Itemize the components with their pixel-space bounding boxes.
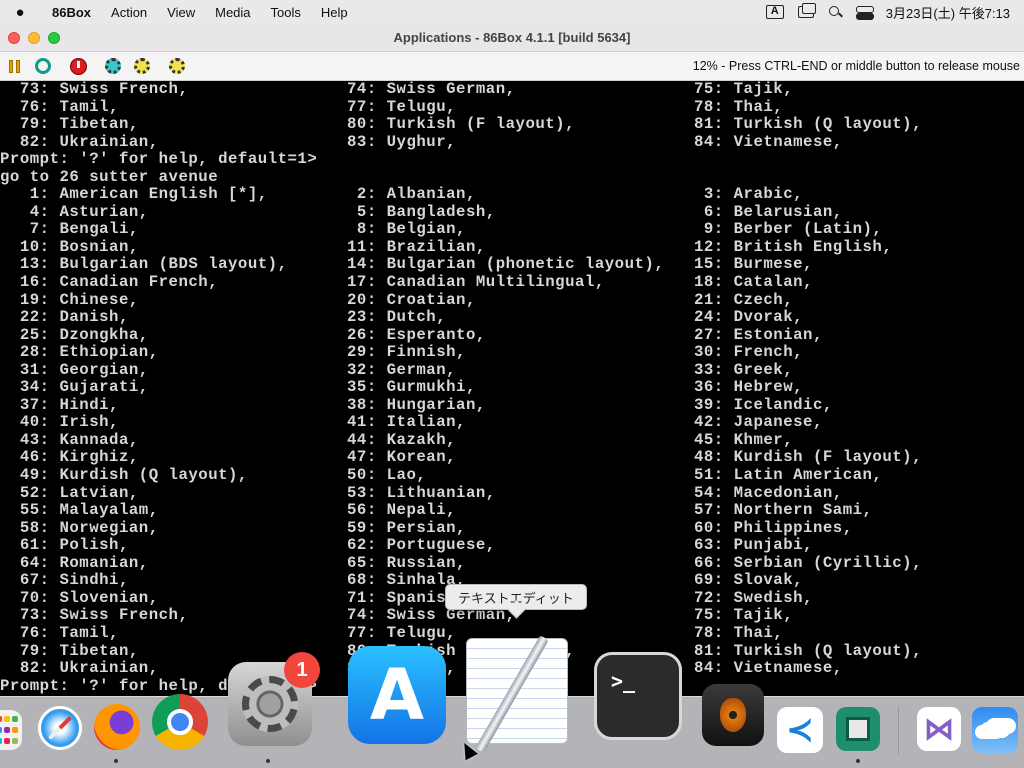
window-switch-icon[interactable] bbox=[797, 3, 816, 18]
menu-action[interactable]: Action bbox=[101, 5, 157, 20]
running-indicator bbox=[856, 759, 860, 763]
guitar-icon bbox=[720, 698, 746, 732]
input-source-icon[interactable]: A bbox=[765, 5, 784, 19]
maximize-window-button[interactable] bbox=[48, 32, 60, 44]
sound-settings-icon bbox=[169, 58, 185, 74]
emulator-status-text: 12% - Press CTRL-END or middle button to… bbox=[692, 59, 1020, 73]
menubar-clock[interactable]: 3月23日(土) 午後7:13 bbox=[886, 3, 1010, 22]
cpu-monitor-icon[interactable] bbox=[836, 707, 880, 751]
app-store-icon[interactable]: A bbox=[348, 646, 446, 744]
emulator-toolbar: 12% - Press CTRL-END or middle button to… bbox=[0, 52, 1024, 81]
menu-bar: ● 86Box Action View Media Tools Help A 3… bbox=[0, 0, 1024, 24]
reset-icon bbox=[35, 58, 51, 74]
minimize-window-button[interactable] bbox=[28, 32, 40, 44]
control-center-icon[interactable] bbox=[855, 5, 874, 20]
menu-app-name[interactable]: 86Box bbox=[40, 5, 101, 20]
power-icon bbox=[69, 57, 87, 75]
chip-icon bbox=[846, 717, 870, 741]
chrome-icon[interactable] bbox=[152, 694, 208, 750]
machine-settings-icon bbox=[134, 58, 150, 74]
menu-media[interactable]: Media bbox=[205, 5, 260, 20]
power-button[interactable] bbox=[68, 56, 88, 76]
sound-settings-button[interactable] bbox=[167, 56, 187, 76]
dock-tooltip: テキストエディット bbox=[445, 584, 587, 610]
running-indicator bbox=[266, 759, 270, 763]
notification-badge: 1 bbox=[284, 652, 320, 688]
window-title: Applications - 86Box 4.1.1 [build 5634] bbox=[393, 30, 631, 45]
pen-icon bbox=[475, 635, 549, 753]
chrome-center bbox=[167, 709, 193, 735]
close-window-button[interactable] bbox=[8, 32, 20, 44]
safari-icon[interactable] bbox=[38, 706, 82, 750]
launchpad-icon[interactable] bbox=[0, 710, 22, 750]
dock-separator bbox=[898, 706, 899, 754]
reset-button[interactable] bbox=[33, 56, 53, 76]
vscode-icon[interactable]: ≺ bbox=[777, 707, 823, 753]
textedit-icon[interactable] bbox=[466, 635, 568, 753]
gear-icon bbox=[242, 676, 298, 732]
settings-icon bbox=[105, 58, 121, 74]
visual-studio-icon[interactable]: ⋈ bbox=[917, 707, 961, 751]
compass-needle bbox=[47, 715, 73, 741]
apple-menu-icon[interactable]: ● bbox=[0, 4, 40, 21]
menubar-status-area: A 3月23日(土) 午後7:13 bbox=[765, 3, 1024, 22]
garageband-icon[interactable] bbox=[702, 684, 764, 746]
terminal-icon[interactable]: >_ bbox=[594, 652, 682, 740]
spotlight-search-icon[interactable] bbox=[828, 5, 842, 19]
running-indicator bbox=[114, 759, 118, 763]
cloud-icon bbox=[980, 722, 1010, 738]
menu-tools[interactable]: Tools bbox=[261, 5, 311, 20]
firefox-icon[interactable] bbox=[94, 704, 140, 750]
window-titlebar[interactable]: Applications - 86Box 4.1.1 [build 5634] bbox=[0, 24, 1024, 52]
menu-view[interactable]: View bbox=[157, 5, 205, 20]
settings-button[interactable] bbox=[103, 56, 123, 76]
weather-icon[interactable] bbox=[972, 707, 1018, 753]
menu-help[interactable]: Help bbox=[311, 5, 358, 20]
machine-settings-button[interactable] bbox=[132, 56, 152, 76]
pause-icon[interactable] bbox=[4, 56, 24, 76]
